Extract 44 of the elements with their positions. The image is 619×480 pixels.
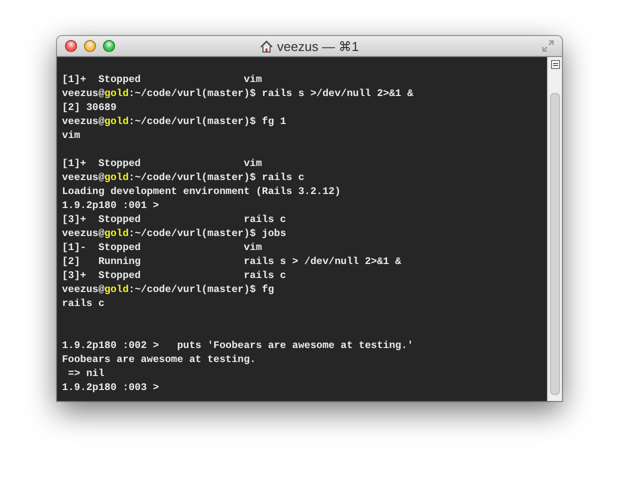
output-line: => nil bbox=[67, 369, 104, 380]
output-line: [3]+ Stopped rails c bbox=[62, 271, 286, 282]
zoom-button[interactable] bbox=[103, 40, 115, 52]
prompt-user: veezus@ bbox=[62, 117, 104, 128]
output-line: [3]+ Stopped rails c bbox=[62, 215, 286, 226]
prompt-host: gold bbox=[104, 285, 129, 296]
prompt-host: gold bbox=[104, 173, 129, 184]
menu-icon[interactable] bbox=[550, 60, 560, 69]
output-line: [2] Running rails s > /dev/null 2>&1 & bbox=[62, 257, 402, 268]
prompt-host: gold bbox=[104, 117, 129, 128]
output-line: Foobears are awesome at testing. bbox=[62, 355, 256, 366]
output-line: [1]- Stopped vim bbox=[62, 243, 262, 254]
prompt-path: :~/code/vurl(master)$ bbox=[128, 229, 257, 240]
prompt-user: veezus@ bbox=[62, 173, 104, 184]
prompt-host: gold bbox=[104, 229, 129, 240]
command-text: rails c bbox=[262, 173, 304, 184]
prompt-user: veezus@ bbox=[62, 89, 104, 100]
command-text: fg bbox=[262, 285, 274, 296]
prompt-path: :~/code/vurl(master)$ bbox=[128, 173, 257, 184]
prompt-path: :~/code/vurl(master)$ bbox=[128, 285, 257, 296]
command-text: fg 1 bbox=[262, 117, 286, 128]
prompt-path: :~/code/vurl(master)$ bbox=[128, 89, 257, 100]
scrollbar[interactable] bbox=[547, 57, 562, 401]
output-line: 1.9.2p180 :002 > puts 'Foobears are awesome at testing.' bbox=[62, 341, 414, 352]
output-line: [1]+ Stopped vim bbox=[62, 159, 262, 170]
fullscreen-icon[interactable] bbox=[542, 40, 554, 52]
command-text: rails s >/dev/null 2>&1 & bbox=[262, 89, 414, 100]
output-line: Loading development environment (Rails 3.2.12) bbox=[62, 187, 341, 198]
output-line: 1.9.2p180 :001 > bbox=[62, 201, 159, 212]
prompt-user: veezus@ bbox=[62, 229, 104, 240]
output-line: 1.9.2p180 :003 > bbox=[62, 383, 159, 394]
prompt-host: gold bbox=[104, 89, 129, 100]
minimize-button[interactable] bbox=[84, 40, 96, 52]
scroll-thumb[interactable] bbox=[550, 93, 560, 395]
window-title: veezus — ⌘1 bbox=[277, 38, 359, 54]
output-line: [1]+ Stopped vim bbox=[62, 75, 262, 86]
house-icon bbox=[260, 40, 274, 52]
command-text: jobs bbox=[262, 229, 286, 240]
output-line: [2] 30689 bbox=[62, 103, 117, 114]
output-line: rails c bbox=[62, 299, 104, 310]
close-button[interactable] bbox=[65, 40, 77, 52]
prompt-user: veezus@ bbox=[62, 285, 104, 296]
output-line: vim bbox=[62, 131, 80, 142]
prompt-path: :~/code/vurl(master)$ bbox=[128, 117, 257, 128]
